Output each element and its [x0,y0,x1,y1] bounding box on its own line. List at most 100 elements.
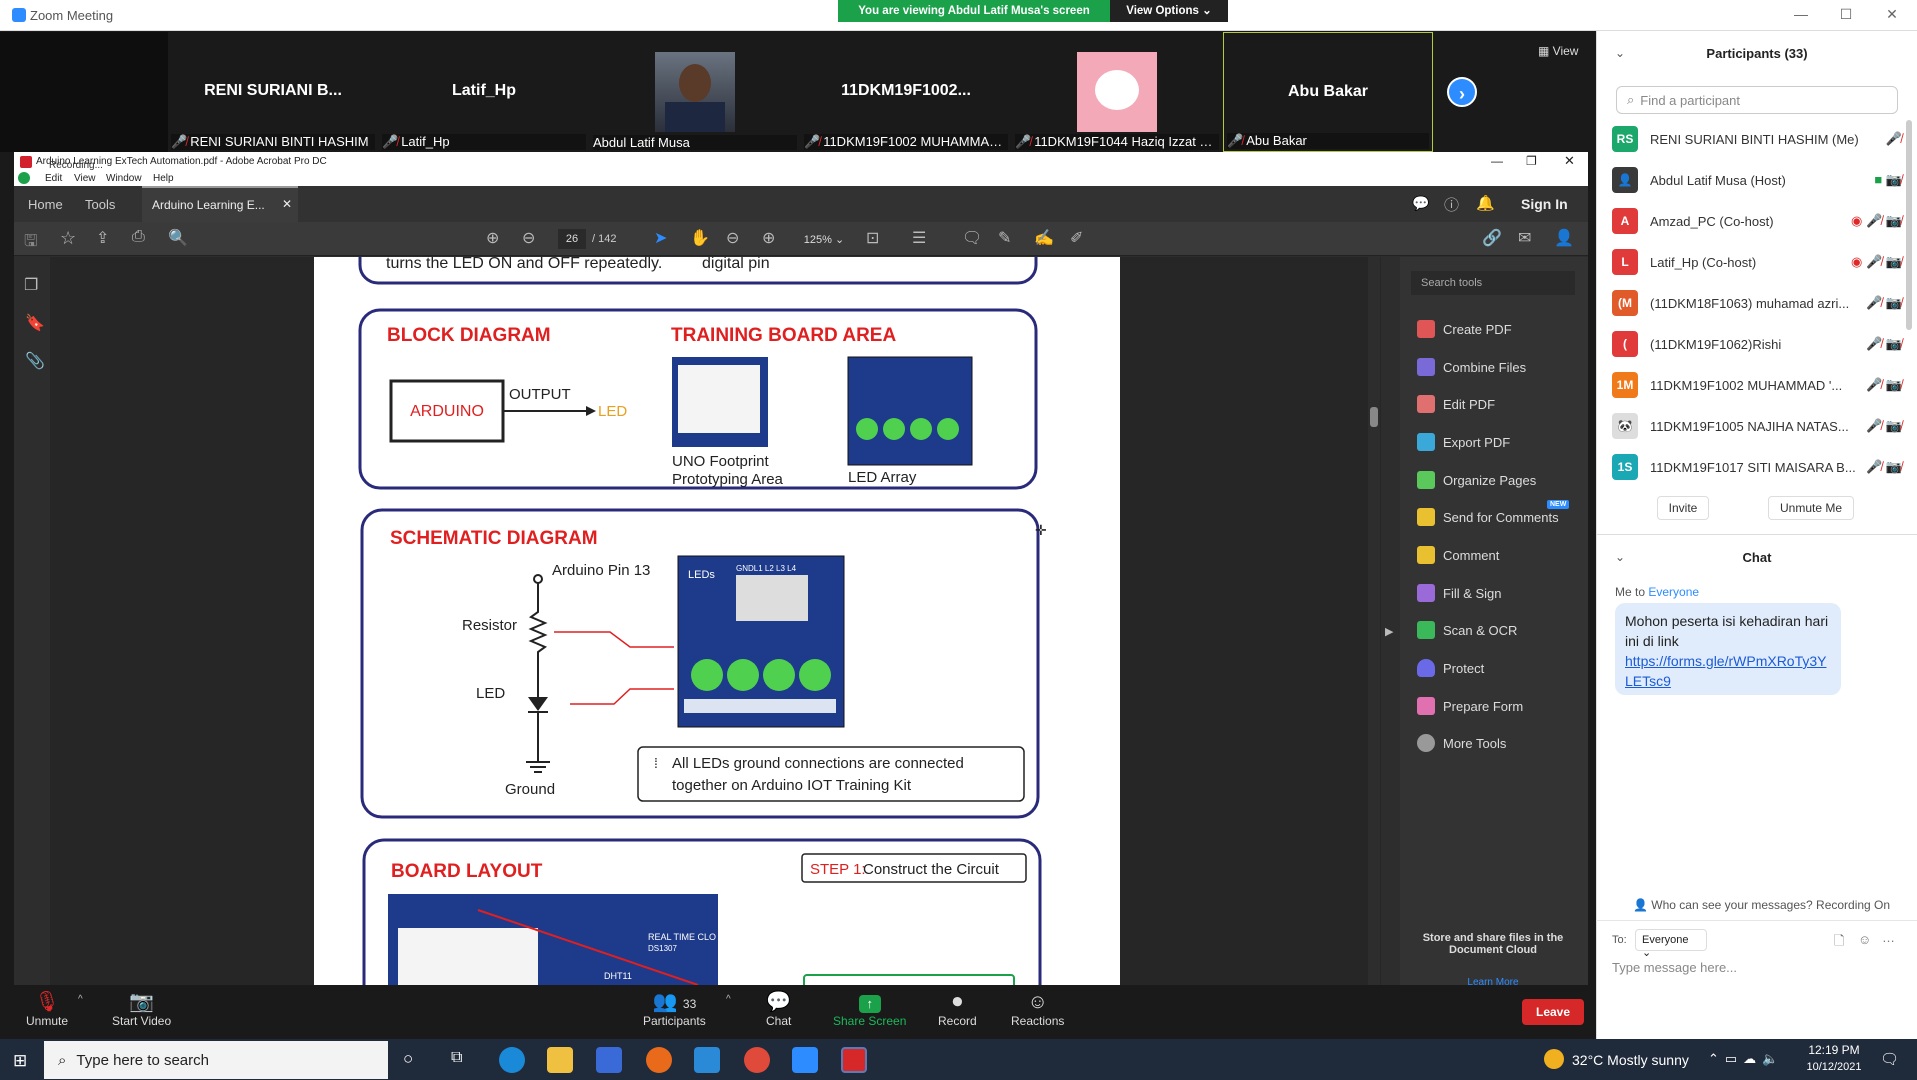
tool-comment[interactable]: Comment [1417,544,1499,566]
reactions-button[interactable]: ☺ Reactions [1011,990,1064,1028]
tool-scan-ocr[interactable]: Scan & OCR [1417,619,1517,641]
weather-text[interactable]: 32°C Mostly sunny [1572,1052,1689,1068]
minimize-icon[interactable]: — [1491,154,1503,168]
zoom-search-icon[interactable]: 🔍 [168,228,188,248]
file-icon[interactable]: 🗋 [1834,932,1844,954]
leave-button[interactable]: Leave [1522,999,1584,1025]
participant-status-icons[interactable]: 🎤̸ 📷̸ [1866,418,1902,434]
scrollbar[interactable] [1368,257,1380,985]
page-number-input[interactable]: 26 [558,229,586,249]
link-icon[interactable]: 🔗 [1482,228,1502,248]
tab-document[interactable]: Arduino Learning E... ✕ [142,186,298,222]
share-screen-button[interactable]: ↑ Share Screen [833,990,906,1028]
video-tile[interactable]: Latif_Hp 🎤̸ Latif_Hp [379,32,589,152]
fit-page-icon[interactable]: ⊡ [866,228,879,248]
mail-icon[interactable] [694,1047,720,1073]
view-options-button[interactable]: View Options ⌄ [1110,0,1228,22]
participant-row[interactable]: ((11DKM19F1062)Rishi 🎤̸ 📷̸ [1612,327,1902,361]
maximize-icon[interactable]: ☐ [1836,6,1856,24]
zoom-icon[interactable] [792,1047,818,1073]
participant-row[interactable]: (M (11DKM18F1063) muhamad azri... 🎤̸ 📷̸ [1612,286,1902,320]
chat-bubble-icon[interactable]: 💬 [1412,195,1429,212]
participant-status-icons[interactable]: 🎤̸ 📷̸ [1866,295,1902,311]
firefox-icon[interactable] [646,1047,672,1073]
unmute-me-button[interactable]: Unmute Me [1768,496,1854,520]
participant-row[interactable]: A Amzad_PC (Co-host) ◉ 🎤̸ 📷̸ [1612,204,1902,238]
zoom-out-icon[interactable]: ⊖ [726,228,739,248]
tool-combine-files[interactable]: Combine Files [1417,356,1526,378]
acrobat-taskbar-icon[interactable] [841,1047,867,1073]
who-can-see-link[interactable]: 👤 Who can see your messages? Recording O… [1633,898,1890,912]
pages-icon[interactable]: ❐ [24,275,38,295]
prev-page-icon[interactable]: ⊕ [486,228,499,248]
close-icon[interactable]: ✕ [1882,6,1902,24]
print-icon[interactable]: ⎙ [132,228,145,246]
tool-more-tools[interactable]: More Tools [1417,732,1506,754]
pen-icon[interactable]: ✎ [998,228,1011,248]
search-tools-input[interactable]: Search tools [1411,271,1575,295]
scroll-mode-icon[interactable]: ☰ [912,228,926,248]
tool-organize-pages[interactable]: Organize Pages [1417,469,1536,491]
clock-date[interactable]: 10/12/2021 [1800,1061,1868,1073]
bell-icon[interactable]: 🔔 [1476,194,1495,212]
tool-protect[interactable]: Protect [1417,657,1484,679]
video-tile-active-speaker[interactable]: Abu Bakar 🎤̸ Abu Bakar [1223,32,1433,152]
edit-icon[interactable]: ✐ [1070,228,1083,248]
clock-time[interactable]: 12:19 PM [1804,1043,1864,1057]
participant-row[interactable]: 1S 11DKM19F1017 SITI MAISARA B... 🎤̸ 📷̸ [1612,450,1902,484]
participant-status-icons[interactable]: 🎤̸ 📷̸ [1866,459,1902,475]
find-participant-input[interactable]: ⌕ Find a participant [1616,86,1898,114]
upload-icon[interactable]: ⇪ [96,228,109,248]
next-page-icon[interactable]: › [1447,77,1477,107]
participant-status-icons[interactable]: ◉ 🎤̸ 📷̸ [1851,254,1902,270]
save-icon[interactable]: 🖫 [24,230,38,257]
muted-mic-icon[interactable]: 🎤̸ [1886,131,1902,147]
participants-button[interactable]: 👥 33 Participants [643,990,706,1028]
taskbar-search-box[interactable]: ⌕ Type here to search [44,1041,388,1079]
participant-status-icons[interactable]: ■ 📷̸ [1874,172,1902,188]
edge-icon[interactable] [499,1047,525,1073]
notification-icon[interactable]: 🗨 [1880,1050,1899,1068]
chat-message-input[interactable]: Type message here... [1612,960,1902,984]
record-button[interactable]: ⏺ Record [938,990,977,1028]
collapse-panel-icon[interactable]: ⌄ [1615,46,1625,60]
invite-button[interactable]: Invite [1657,496,1709,520]
email-icon[interactable]: ✉ [1518,228,1531,248]
menu-help[interactable]: Help [153,173,174,184]
tool-create-pdf[interactable]: Create PDF [1417,318,1512,340]
sign-icon[interactable]: ✍ [1034,228,1054,248]
collapse-chat-icon[interactable]: ⌄ [1615,550,1625,564]
restore-icon[interactable]: ❐ [1526,154,1537,168]
participants-scrollbar[interactable] [1906,120,1912,330]
view-button[interactable]: ▦ View [1538,44,1578,58]
participant-status-icons[interactable]: 🎤̸ 📷̸ [1866,336,1902,352]
cortana-icon[interactable]: ○ [403,1049,413,1069]
tab-tools[interactable]: Tools [85,197,115,212]
chat-recipient-select[interactable]: Everyone ⌄ [1635,929,1707,959]
zoom-level-select[interactable]: 125% ⌄ [796,231,852,249]
system-tray-icons[interactable]: ⌃▭☁🔈 [1708,1051,1784,1067]
video-tile[interactable]: 🎤̸ 11DKM19F1044 Haziq Izzat Bi... [1012,32,1222,152]
store-icon[interactable] [596,1047,622,1073]
minimize-icon[interactable]: — [1791,6,1811,24]
chat-link[interactable]: https://forms.gle/rWPmXRoTy3YLETsc9 [1625,651,1831,691]
participant-row[interactable]: 1M 11DKM19F1002 MUHAMMAD '... 🎤̸ 📷̸ [1612,368,1902,402]
participants-options-icon[interactable]: ^ [726,994,731,1005]
star-icon[interactable]: ☆ [60,228,76,249]
chrome-icon[interactable] [744,1047,770,1073]
add-user-icon[interactable]: 👤 [1554,228,1574,248]
participant-row[interactable]: L Latif_Hp (Co-host) ◉ 🎤̸ 📷̸ [1612,245,1902,279]
menu-window[interactable]: Window [106,173,142,184]
help-icon[interactable]: ⓘ [1444,194,1459,215]
participant-row[interactable]: 🐼 11DKM19F1005 NAJIHA NATAS... 🎤̸ 📷̸ [1612,409,1902,443]
file-explorer-icon[interactable] [547,1047,573,1073]
next-page-icon[interactable]: ⊖ [522,228,535,248]
sign-in-button[interactable]: Sign In [1521,196,1568,212]
tool-fill-sign[interactable]: Fill & Sign [1417,582,1502,604]
tab-home[interactable]: Home [28,197,63,212]
comment-icon[interactable]: 🗨 [962,228,982,248]
windows-start-icon[interactable]: ⊞ [13,1051,27,1071]
audio-options-icon[interactable]: ^ [78,994,83,1005]
video-tile[interactable]: RENI SURIANI B... 🎤̸ RENI SURIANI BINTI H… [168,32,378,152]
tool-edit-pdf[interactable]: Edit PDF [1417,393,1495,415]
